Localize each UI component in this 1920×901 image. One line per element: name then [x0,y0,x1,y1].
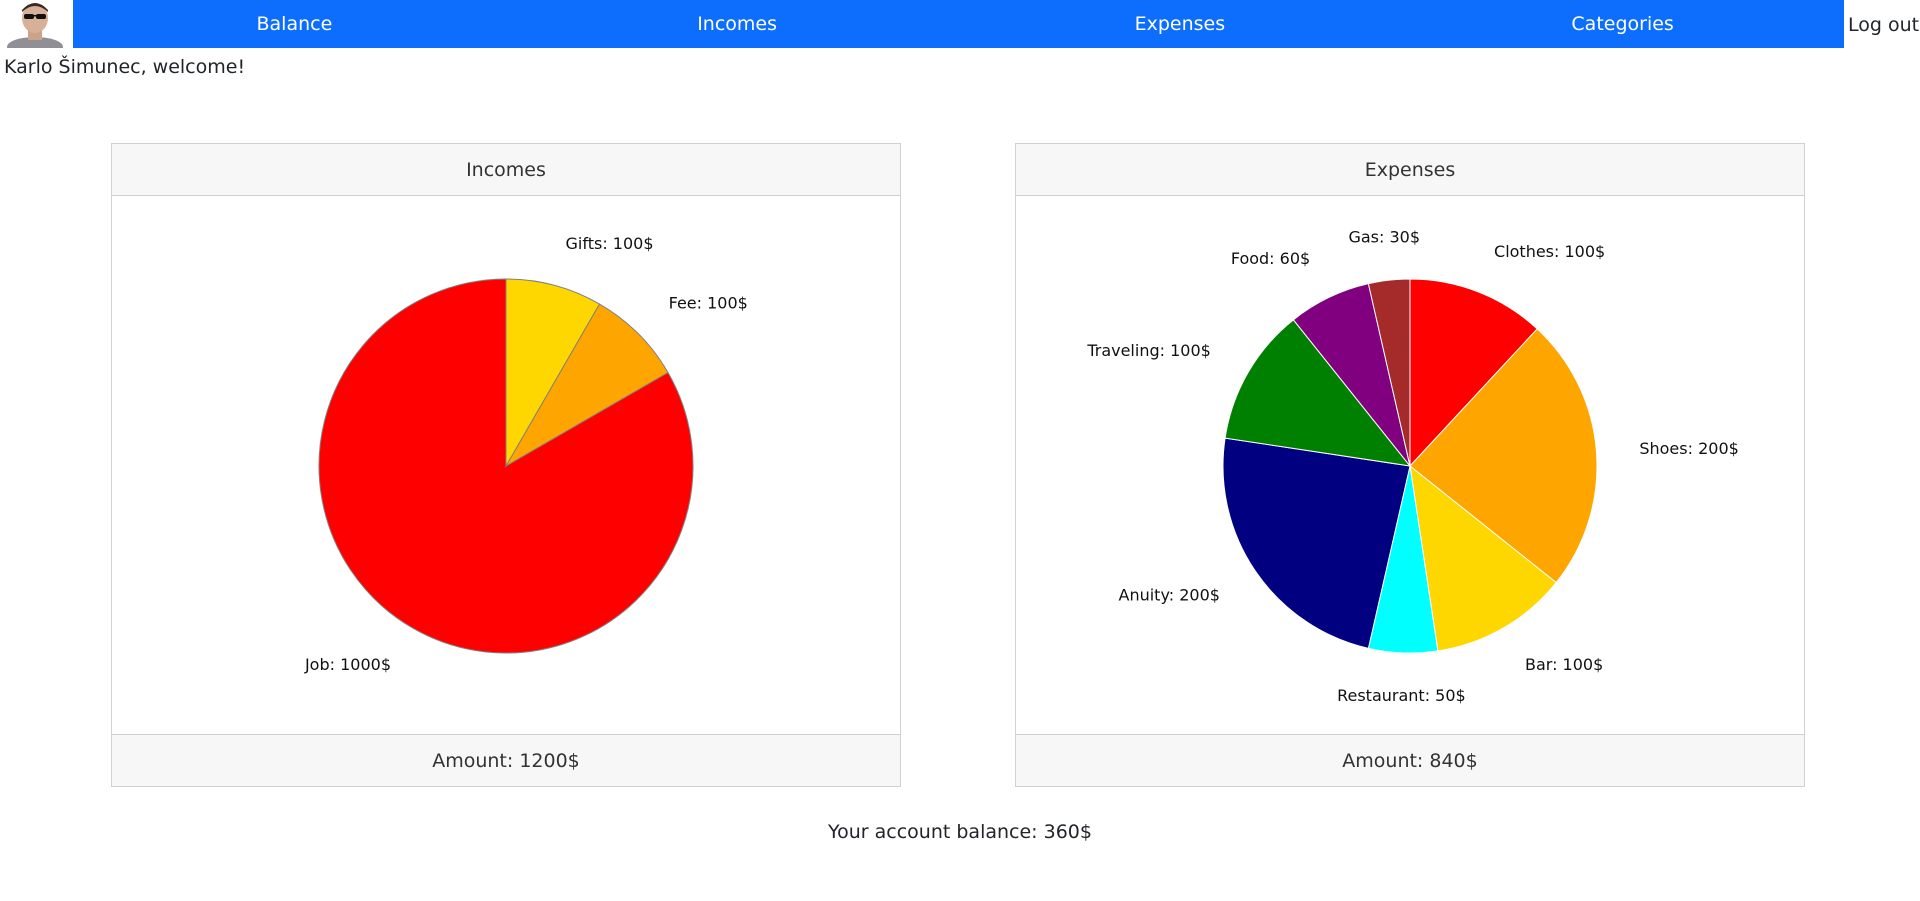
welcome-message: Karlo Šimunec, welcome! [4,56,246,78]
pie-slice-label: Clothes: 100$ [1494,242,1605,261]
pie-slice-label: Gas: 30$ [1348,227,1420,246]
pie-slice-label: Gifts: 100$ [566,234,654,253]
incomes-amount: Amount: 1200$ [112,734,900,786]
expenses-pie-chart: Clothes: 100$ Shoes: 200$ Bar: 100$ Restaur… [1086,227,1739,705]
pie-slice-label: Restaurant: 50$ [1337,686,1466,705]
pie-slice-label: Food: 60$ [1231,249,1310,268]
pie-slice-label: Shoes: 200$ [1639,439,1738,458]
expenses-card: Expenses Clothes: 100$ Shoes: 200$ Bar: 10… [1015,143,1805,787]
avatar [0,0,73,48]
pie-slice-label: Traveling: 100$ [1086,341,1211,360]
nav-categories[interactable]: Categories [1401,0,1844,48]
logout-link[interactable]: Log out [1848,0,1919,48]
avatar-image [0,0,73,48]
incomes-card-header: Incomes [112,144,900,196]
expenses-card-body: Clothes: 100$ Shoes: 200$ Bar: 100$ Restaur… [1016,195,1804,736]
pie-slice-label: Job: 1000$ [304,655,391,674]
expenses-card-header: Expenses [1016,144,1804,196]
account-balance: Your account balance: 360$ [828,821,1092,843]
nav-balance[interactable]: Balance [73,0,516,48]
pie-slice-label: Bar: 100$ [1525,655,1603,674]
nav-expenses[interactable]: Expenses [959,0,1402,48]
navbar: Balance Incomes Expenses Categories Log … [0,0,1920,48]
expenses-amount: Amount: 840$ [1016,734,1804,786]
incomes-card-body: Job: 1000$ Fee: 100$ Gifts: 100$ [112,195,900,736]
incomes-pie-chart: Job: 1000$ Fee: 100$ Gifts: 100$ [304,234,748,674]
nav-menu: Balance Incomes Expenses Categories [73,0,1844,48]
pie-slice-label: Fee: 100$ [669,293,748,312]
pie-slice-label: Anuity: 200$ [1119,586,1220,605]
nav-incomes[interactable]: Incomes [516,0,959,48]
incomes-card: Incomes Job: 1000$ Fee: 100$ Gifts: 100$ A… [111,143,901,787]
